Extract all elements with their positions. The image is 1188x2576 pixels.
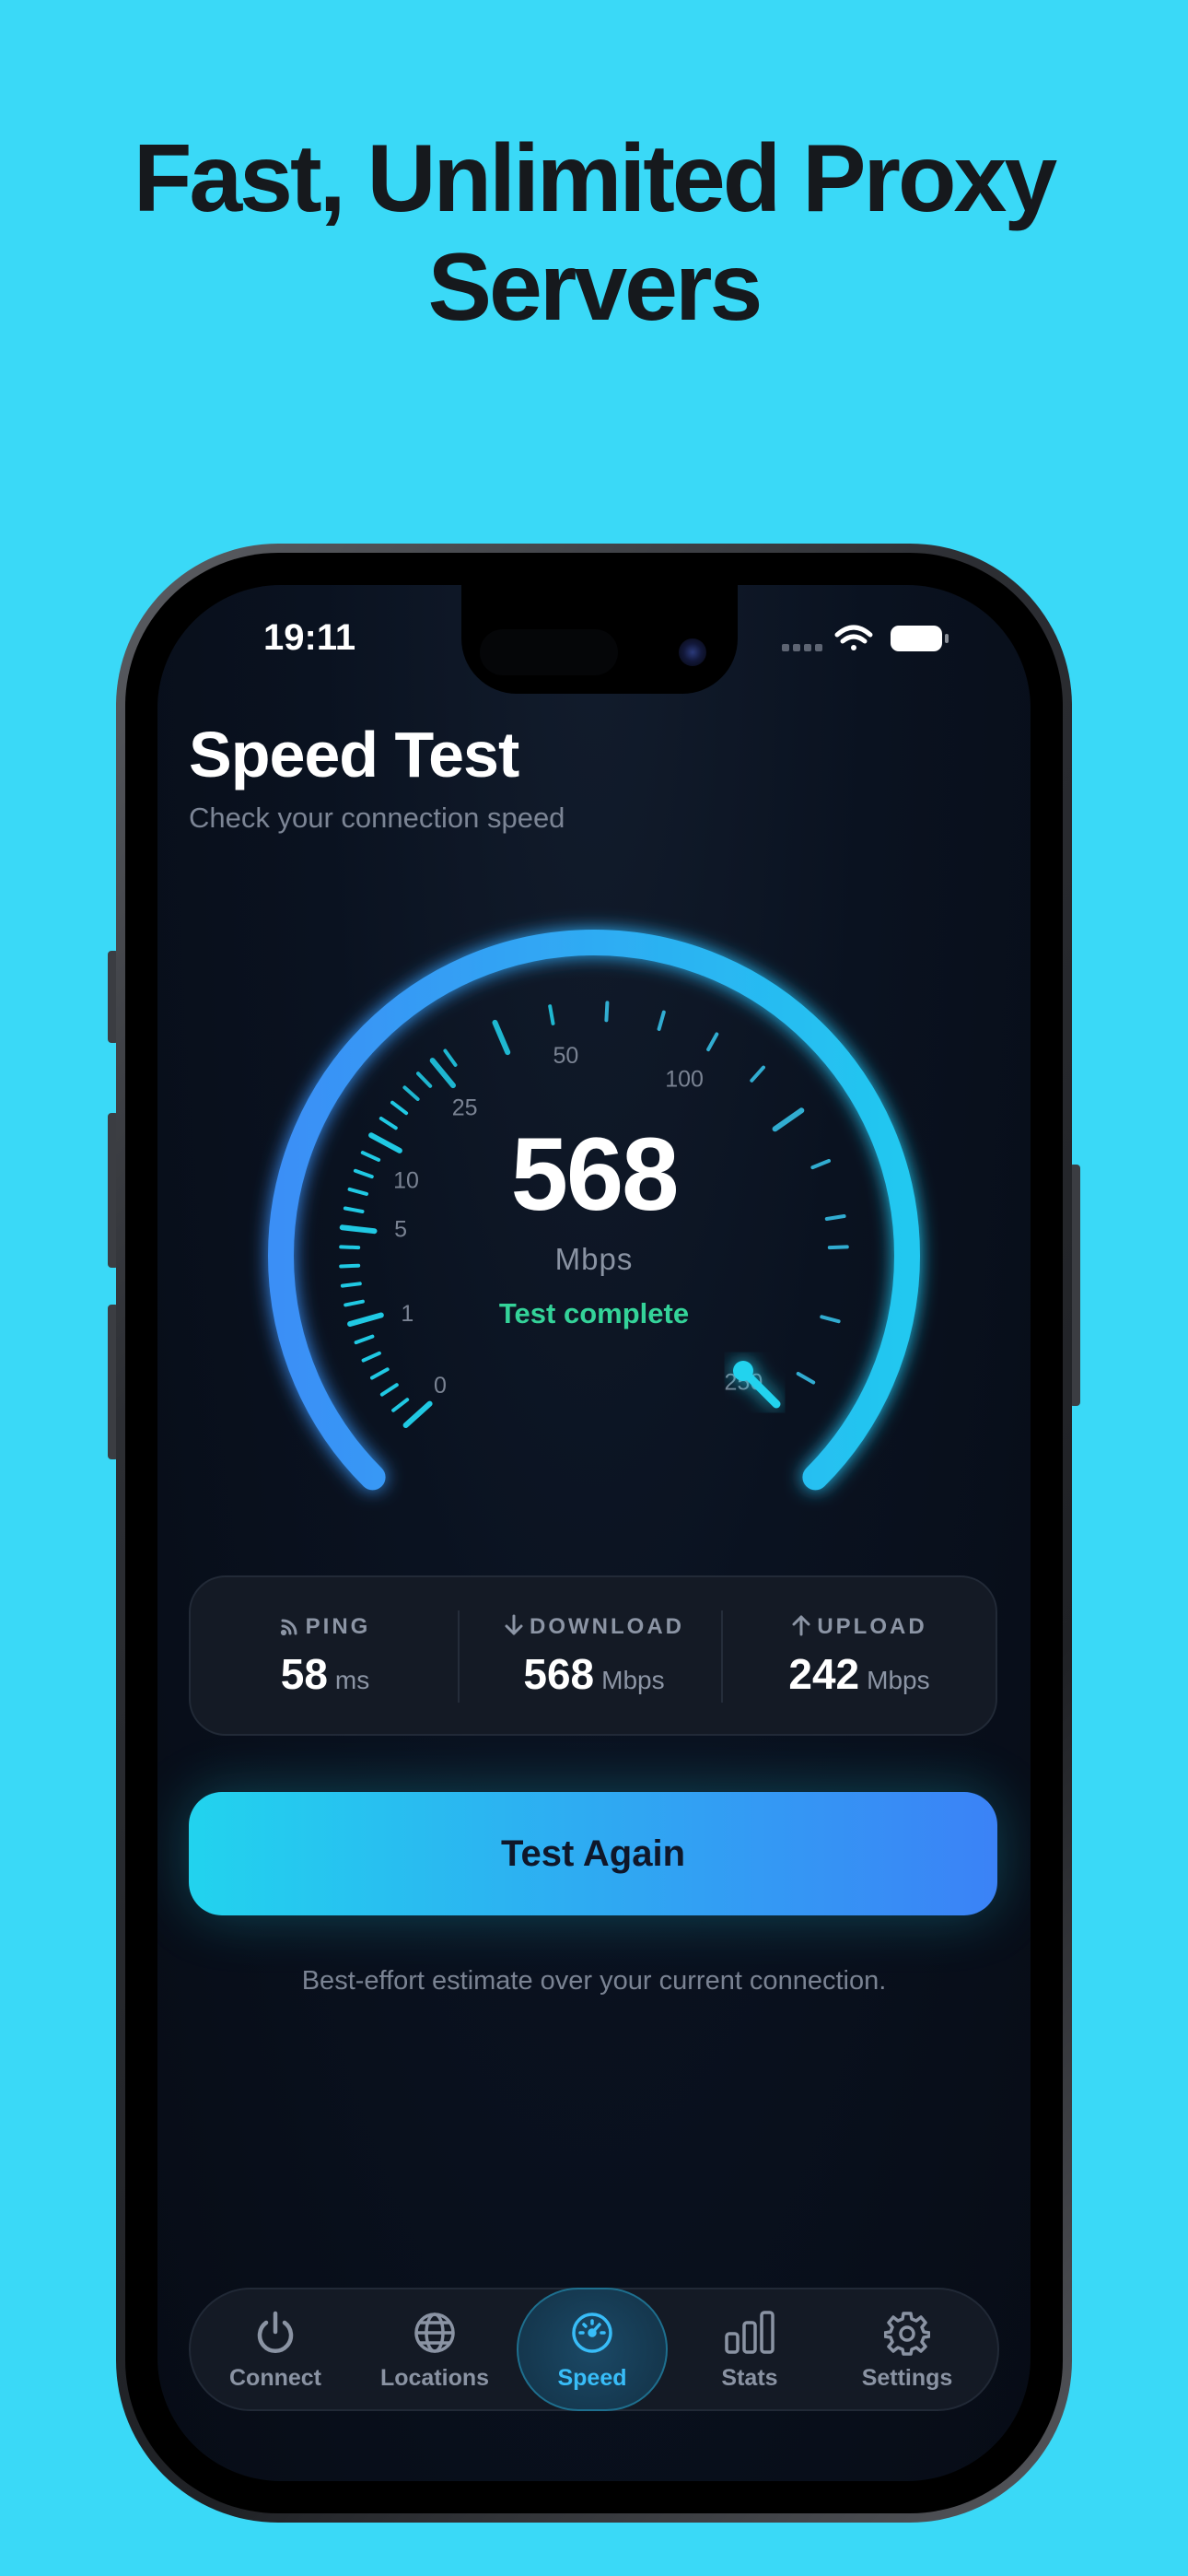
gauge-scale-label: 50 xyxy=(553,1043,578,1069)
globe-icon xyxy=(414,2313,455,2353)
tab-bar: Connect Locations Speed Stats Settings xyxy=(189,2288,999,2411)
stat-ping: PING 58 ms xyxy=(191,1577,460,1734)
tab-settings[interactable]: Settings xyxy=(833,2289,981,2409)
gauge-tick xyxy=(492,1019,511,1056)
headline-line-2: Servers xyxy=(427,234,763,341)
gauge-tick xyxy=(443,1048,458,1067)
results-card: PING 58 ms DOWNLOAD 568 Mbps UPLOAD 242 … xyxy=(189,1575,997,1736)
gauge-tick xyxy=(706,1032,719,1052)
page-subtitle: Check your connection speed xyxy=(189,802,565,834)
tab-settings-label: Settings xyxy=(861,2365,953,2391)
app-screen: 19:11 Speed Test Check your connection s… xyxy=(157,585,1031,2481)
disclaimer-note: Best-effort estimate over your current c… xyxy=(301,1966,887,1996)
gauge-tick xyxy=(379,1383,399,1397)
tab-locations[interactable]: Locations xyxy=(361,2289,508,2409)
power-icon xyxy=(257,2311,294,2353)
gauge-tick xyxy=(796,1372,816,1385)
stat-ping-unit: ms xyxy=(334,1666,370,1694)
stat-upload-unit: Mbps xyxy=(867,1666,930,1694)
gauge-tick xyxy=(340,1282,362,1288)
gauge-tick xyxy=(390,1100,409,1116)
gauge-scale-label: 250 xyxy=(725,1369,763,1395)
gauge-scale-label: 0 xyxy=(434,1373,447,1399)
stat-ping-label: PING xyxy=(305,1614,371,1639)
arrow-down-icon xyxy=(505,1614,523,1635)
headline-line-1: Fast, Unlimited Proxy xyxy=(133,125,1057,232)
battery-icon xyxy=(891,626,949,651)
stat-upload-value: 242 xyxy=(788,1650,860,1698)
tab-speed[interactable]: Speed xyxy=(518,2289,666,2409)
status-time: 19:11 xyxy=(263,617,356,658)
gauge-scale-label: 100 xyxy=(665,1067,704,1093)
gauge-needle xyxy=(733,1361,781,1409)
stat-divider xyxy=(721,1610,723,1703)
signal-icon xyxy=(280,1619,297,1636)
tab-connect-label: Connect xyxy=(229,2365,321,2391)
test-again-button[interactable]: Test Again xyxy=(189,1792,997,1915)
stat-download-label: DOWNLOAD xyxy=(530,1614,684,1639)
gauge-speed-value: 568 xyxy=(510,1117,680,1232)
phone-frame: 19:11 Speed Test Check your connection s… xyxy=(116,544,1072,2523)
dynamic-island xyxy=(461,585,738,694)
speedometer-icon xyxy=(572,2313,612,2353)
gauge-tick xyxy=(354,1334,375,1345)
gauge-tick xyxy=(416,1071,433,1088)
gauge-tick xyxy=(402,1085,420,1101)
gauge-tick xyxy=(370,1367,390,1380)
bar-chart-icon xyxy=(725,2311,775,2354)
arrow-up-icon xyxy=(792,1615,810,1636)
gauge-tick xyxy=(548,1004,555,1025)
gauge-speed-unit: Mbps xyxy=(554,1242,634,1276)
tab-connect[interactable]: Connect xyxy=(202,2289,349,2409)
gauge-tick xyxy=(750,1065,765,1083)
stat-download-value: 568 xyxy=(523,1650,595,1698)
tab-locations-label: Locations xyxy=(379,2365,490,2391)
gear-icon xyxy=(884,2312,930,2356)
gauge-tick xyxy=(402,1400,433,1428)
camera-icon xyxy=(679,638,706,666)
island-sensor xyxy=(480,629,618,675)
test-status: Test complete xyxy=(498,1297,690,1329)
stat-download: DOWNLOAD 568 Mbps xyxy=(460,1577,728,1734)
gauge-tick xyxy=(429,1058,456,1089)
tab-speed-label: Speed xyxy=(557,2365,627,2391)
wifi-icon xyxy=(834,625,873,650)
cellular-icon xyxy=(782,644,822,651)
stat-upload: UPLOAD 242 Mbps xyxy=(725,1577,994,1734)
tab-stats[interactable]: Stats xyxy=(676,2289,823,2409)
gauge-tick xyxy=(604,1001,610,1023)
stat-upload-label: UPLOAD xyxy=(817,1614,927,1639)
gauge-tick xyxy=(657,1010,666,1031)
gauge-tick xyxy=(391,1398,410,1412)
stat-download-unit: Mbps xyxy=(601,1666,665,1694)
page-title: Speed Test xyxy=(189,719,519,790)
status-icons xyxy=(782,622,966,655)
stat-ping-value: 58 xyxy=(280,1650,328,1698)
gauge-tick xyxy=(361,1351,381,1363)
marketing-headline: Fast, Unlimited Proxy Servers xyxy=(0,124,1188,342)
tab-stats-label: Stats xyxy=(721,2365,778,2391)
